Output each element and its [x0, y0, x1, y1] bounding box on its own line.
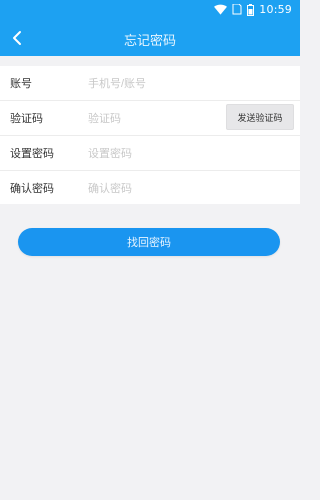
confirm-row: 确认密码 — [0, 171, 300, 205]
code-label: 验证码 — [10, 112, 43, 125]
page-title: 忘记密码 — [123, 34, 176, 49]
sim-icon — [232, 4, 242, 15]
title-bar: 忘记密码 — [0, 20, 300, 56]
password-label: 设置密码 — [10, 147, 54, 160]
code-input[interactable] — [86, 106, 218, 132]
reset-password-form: 账号 验证码 发送验证码 设置密码 确认密码 — [0, 66, 300, 204]
recover-password-button[interactable]: 找回密码 — [18, 228, 280, 256]
account-input[interactable] — [86, 71, 290, 97]
account-row: 账号 — [0, 66, 300, 101]
send-code-button[interactable]: 发送验证码 — [226, 104, 294, 130]
code-row: 验证码 发送验证码 — [0, 101, 300, 136]
status-time: 10:59 — [259, 3, 292, 16]
account-label: 账号 — [10, 77, 32, 90]
confirm-label: 确认密码 — [10, 182, 54, 195]
password-input[interactable] — [86, 141, 290, 167]
confirm-input[interactable] — [86, 176, 290, 202]
status-bar: 10:59 — [0, 0, 300, 20]
battery-icon — [247, 3, 255, 16]
wifi-icon — [214, 4, 228, 15]
status-icons: 10:59 — [214, 3, 292, 16]
password-row: 设置密码 — [0, 136, 300, 171]
